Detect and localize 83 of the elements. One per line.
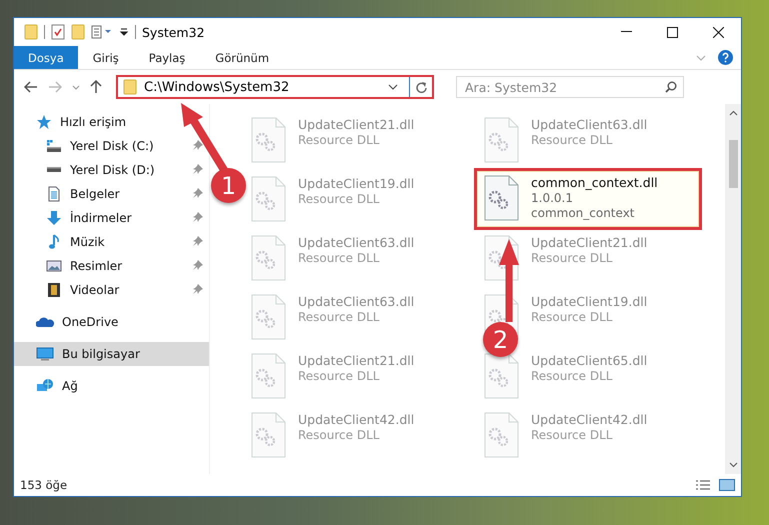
help-icon[interactable] <box>718 50 733 65</box>
file-detail: Resource DLL <box>531 369 614 383</box>
picture-icon <box>46 258 62 274</box>
large-icons-view-icon[interactable] <box>719 479 735 491</box>
search-field[interactable]: Ara: System32 <box>456 76 684 98</box>
close-icon <box>712 26 724 38</box>
sidebar-item[interactable]: Belgeler <box>14 182 209 206</box>
file-detail: Resource DLL <box>298 133 380 147</box>
view-options-icon[interactable] <box>91 25 113 39</box>
refresh-icon <box>415 80 427 94</box>
sidebar-item[interactable]: Hızlı erişim <box>14 110 209 134</box>
file-gears-icon <box>250 117 286 163</box>
sidebar-item[interactable]: Yerel Disk (C:) <box>14 134 209 158</box>
file-gears-icon <box>250 235 286 281</box>
recent-caret-icon[interactable] <box>72 84 80 90</box>
address-bar[interactable]: C:\Windows\System32 <box>116 75 434 99</box>
minimize-icon <box>620 31 632 33</box>
drive-icon <box>46 138 62 154</box>
pin-icon[interactable] <box>193 236 203 246</box>
sidebar-item[interactable]: Resimler <box>14 254 209 278</box>
sidebar-item[interactable]: Müzik <box>14 230 209 254</box>
item-count: 153 öğe <box>20 478 68 492</box>
scroll-down-icon[interactable] <box>728 462 738 468</box>
file-detail: common_context <box>531 206 636 220</box>
file-detail: Resource DLL <box>531 428 614 442</box>
file-detail: Resource DLL <box>531 310 614 324</box>
ribbon-tab[interactable]: Dosya <box>14 46 78 69</box>
file-detail: Resource DLL <box>298 310 380 324</box>
file-name[interactable]: common_context.dll <box>531 175 658 190</box>
file-gears-icon <box>250 294 286 340</box>
file-item[interactable]: common_context.dll 1.0.0.1 common_context <box>474 168 702 230</box>
ribbon-tab[interactable]: Paylaş <box>134 46 200 69</box>
details-view-icon[interactable] <box>695 479 711 491</box>
folder-icon <box>24 24 38 40</box>
file-gears-icon <box>483 175 519 221</box>
properties-icon[interactable] <box>51 24 65 40</box>
file-gears-icon <box>483 353 519 399</box>
sidebar-item[interactable]: Yerel Disk (D:) <box>14 158 209 182</box>
scroll-up-icon[interactable] <box>728 110 738 116</box>
scrollbar[interactable] <box>725 104 741 474</box>
drive-icon <box>46 166 62 173</box>
file-gears-icon <box>483 412 519 458</box>
window-title: System32 <box>142 24 205 40</box>
file-detail: Resource DLL <box>298 192 380 206</box>
download-icon <box>46 210 62 226</box>
pin-icon[interactable] <box>193 212 203 222</box>
network-icon <box>36 378 54 394</box>
star-icon <box>36 114 52 130</box>
file-detail: Resource DLL <box>298 369 380 383</box>
monitor-icon <box>36 346 54 362</box>
folder-icon <box>123 79 137 95</box>
up-arrow-icon[interactable] <box>90 80 102 94</box>
pin-icon[interactable] <box>193 188 203 198</box>
film-icon <box>46 282 62 298</box>
file-detail: Resource DLL <box>531 251 614 265</box>
sidebar-item[interactable]: İndirmeler <box>14 206 209 230</box>
file-gears-icon <box>250 353 286 399</box>
chevron-down-icon[interactable] <box>696 54 706 60</box>
file-gears-icon <box>250 412 286 458</box>
pin-icon[interactable] <box>193 260 203 270</box>
back-arrow-icon[interactable] <box>24 81 38 93</box>
sidebar-item[interactable]: Ağ <box>14 374 209 398</box>
address-path: C:\Windows\System32 <box>144 80 290 94</box>
file-detail: 1.0.0.1 <box>531 191 574 205</box>
file-gears-icon <box>483 117 519 163</box>
sidebar-item[interactable]: Bu bilgisayar <box>14 342 209 366</box>
sidebar-item[interactable]: Videolar <box>14 278 209 302</box>
ribbon-tab[interactable]: Giriş <box>78 46 134 69</box>
search-icon <box>665 81 677 93</box>
file-gears-icon <box>250 176 286 222</box>
pin-icon[interactable] <box>193 164 203 174</box>
file-detail: Resource DLL <box>298 428 380 442</box>
pin-icon[interactable] <box>193 284 203 294</box>
sidebar-item[interactable]: OneDrive <box>14 310 209 334</box>
document-icon <box>46 186 62 202</box>
music-note-icon <box>46 234 62 250</box>
customize-caret-icon[interactable] <box>119 27 129 37</box>
file-detail: Resource DLL <box>531 133 614 147</box>
scrollbar-thumb[interactable] <box>728 140 738 188</box>
pin-icon[interactable] <box>193 140 203 150</box>
maximize-icon <box>666 26 678 38</box>
file-detail: Resource DLL <box>298 251 380 265</box>
ribbon-tab[interactable]: Görünüm <box>200 46 284 69</box>
